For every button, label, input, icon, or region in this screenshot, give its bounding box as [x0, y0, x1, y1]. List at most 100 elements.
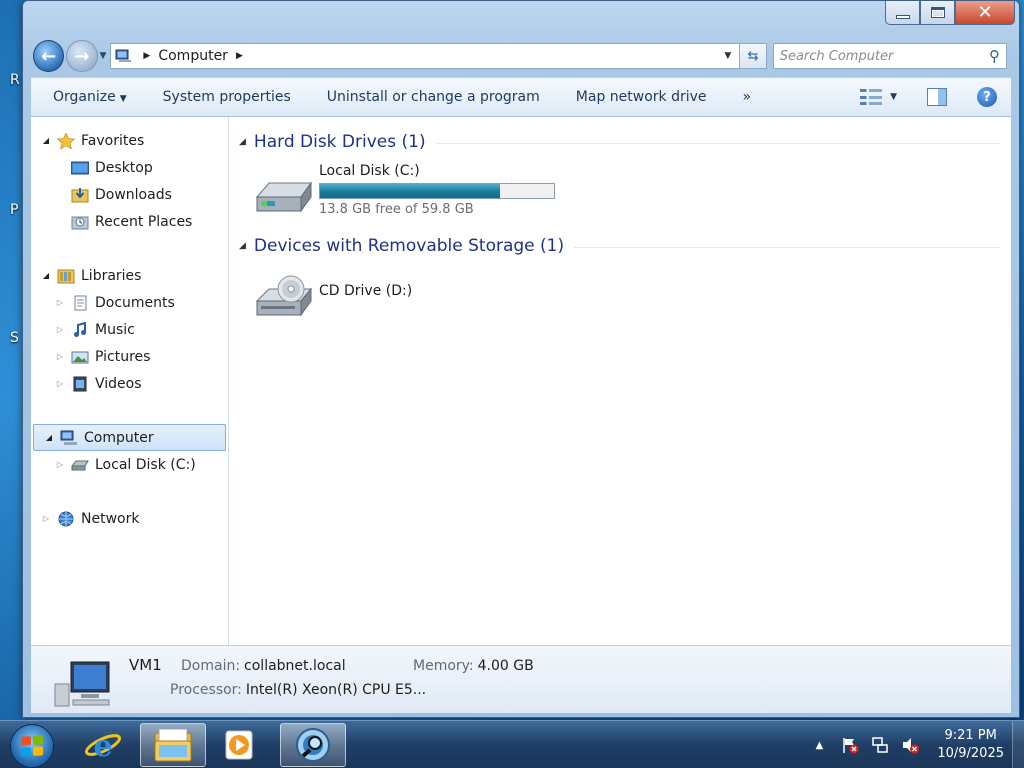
expand-icon[interactable]: ◢ — [39, 271, 53, 280]
nav-documents[interactable]: ▷ Documents — [31, 289, 228, 316]
computer-name: VM1 — [129, 656, 162, 674]
change-view-button[interactable]: ▼ — [860, 89, 897, 105]
close-icon: ✕ — [977, 2, 993, 23]
recent-places-icon — [71, 216, 89, 229]
forward-arrow-icon: → — [74, 45, 90, 67]
breadcrumb-computer[interactable]: Computer — [158, 48, 228, 64]
nav-recent-places[interactable]: Recent Places — [31, 208, 228, 235]
address-bar[interactable]: ▶ Computer ▶ ▼ — [110, 43, 741, 69]
collapse-icon[interactable]: ◢ — [239, 241, 246, 251]
drive-d-name: CD Drive (D:) — [319, 283, 413, 299]
back-button[interactable]: ← — [33, 40, 65, 72]
maximize-button[interactable] — [920, 1, 955, 25]
breadcrumb-separator-icon[interactable]: ▶ — [236, 51, 243, 61]
desktop-icon-label: R — [10, 72, 20, 88]
nav-pictures-label: Pictures — [95, 348, 151, 365]
group-title: Hard Disk Drives (1) — [253, 132, 426, 152]
refresh-button[interactable]: ⇆ — [739, 43, 767, 69]
nav-downloads[interactable]: Downloads — [31, 181, 228, 208]
show-hidden-icons-button[interactable]: ▲ — [816, 740, 824, 751]
desktop-icon-label: S — [10, 330, 19, 346]
expand-icon[interactable]: ▷ — [53, 379, 67, 388]
processor-label: Processor: — [170, 682, 242, 698]
more-commands-button[interactable]: » — [725, 89, 770, 105]
taskbar-media-player[interactable] — [206, 723, 272, 767]
videos-icon — [73, 376, 87, 391]
clock-time: 9:21 PM — [944, 728, 997, 743]
search-input[interactable]: Search Computer ⚲ — [772, 43, 1008, 69]
system-properties-button[interactable]: System properties — [145, 89, 309, 105]
memory-value: 4.00 GB — [477, 658, 534, 674]
expand-icon[interactable]: ▷ — [53, 352, 67, 361]
network-status-icon[interactable] — [871, 736, 889, 754]
expand-icon[interactable]: ◢ — [39, 136, 53, 145]
action-center-flag-icon[interactable] — [841, 736, 859, 754]
nav-videos[interactable]: ▷ Videos — [31, 370, 228, 397]
nav-music[interactable]: ▷ Music — [31, 316, 228, 343]
taskbar-windows-explorer[interactable] — [140, 723, 206, 767]
search-placeholder: Search Computer — [779, 48, 894, 64]
computer-icon — [60, 430, 77, 445]
folder-icon — [154, 728, 192, 762]
map-network-drive-button[interactable]: Map network drive — [558, 89, 725, 105]
media-player-icon — [225, 730, 253, 760]
content-pane: ◢ Hard Disk Drives (1) Local Disk (C:) 1… — [229, 117, 1011, 645]
organize-label: Organize — [53, 89, 116, 105]
drive-c-item[interactable]: Local Disk (C:) 13.8 GB free of 59.8 GB — [253, 159, 1011, 233]
chevron-down-icon: ▼ — [890, 92, 897, 102]
system-tray: ▲ 9:21 PM 10/9/2025 — [816, 721, 1024, 768]
nav-favorites[interactable]: ◢ Favorites — [31, 127, 228, 154]
search-icon[interactable]: ⚲ — [989, 47, 1000, 65]
nav-documents-label: Documents — [95, 294, 175, 311]
nav-music-label: Music — [95, 321, 135, 338]
drive-c-usage-bar — [319, 183, 555, 199]
nav-local-disk[interactable]: ▷ Local Disk (C:) — [31, 451, 228, 478]
nav-videos-label: Videos — [95, 375, 142, 392]
nav-desktop[interactable]: Desktop — [31, 154, 228, 181]
maximize-icon — [930, 7, 945, 18]
start-button[interactable] — [10, 724, 54, 768]
view-icon — [860, 89, 883, 105]
minimize-button[interactable] — [885, 1, 920, 25]
expand-icon[interactable]: ▷ — [39, 514, 53, 523]
taskbar-internet-explorer[interactable]: e — [70, 723, 136, 767]
organize-button[interactable]: Organize ▼ — [31, 89, 145, 105]
close-button[interactable]: ✕ — [955, 1, 1015, 25]
help-button[interactable]: ? — [977, 87, 997, 107]
clock[interactable]: 9:21 PM 10/9/2025 — [937, 727, 1004, 763]
refresh-icon: ⇆ — [747, 48, 759, 64]
drive-c-usage-fill — [320, 184, 500, 198]
show-desktop-button[interactable] — [1012, 721, 1024, 768]
volume-muted-icon[interactable] — [901, 736, 920, 754]
breadcrumb-separator-icon[interactable]: ▶ — [143, 51, 150, 61]
downloads-icon — [71, 187, 89, 202]
svg-text:e: e — [93, 729, 112, 764]
expand-icon[interactable]: ◢ — [42, 433, 56, 442]
drive-c-free-space: 13.8 GB free of 59.8 GB — [319, 202, 474, 217]
nav-libraries-label: Libraries — [81, 267, 142, 284]
nav-network[interactable]: ▷ Network — [31, 505, 228, 532]
music-icon — [74, 321, 86, 337]
expand-icon[interactable]: ▷ — [53, 298, 67, 307]
expand-icon[interactable]: ▷ — [53, 460, 67, 469]
forward-button[interactable]: → — [66, 40, 98, 72]
group-header-hard-disk-drives[interactable]: ◢ Hard Disk Drives (1) — [239, 129, 1001, 155]
nav-computer[interactable]: ◢ Computer — [33, 424, 226, 451]
clock-date: 10/9/2025 — [937, 746, 1004, 761]
nav-pictures[interactable]: ▷ Pictures — [31, 343, 228, 370]
address-dropdown-icon[interactable]: ▼ — [724, 51, 731, 61]
collapse-icon[interactable]: ◢ — [239, 137, 246, 147]
preview-pane-button[interactable] — [927, 88, 947, 106]
desktop-icon — [71, 161, 89, 174]
taskbar-remote-app[interactable] — [280, 723, 346, 767]
computer-icon — [54, 661, 110, 707]
memory-info: Memory: 4.00 GB — [413, 658, 534, 674]
memory-label: Memory: — [413, 658, 474, 674]
nav-desktop-label: Desktop — [95, 159, 153, 176]
group-header-removable-storage[interactable]: ◢ Devices with Removable Storage (1) — [239, 233, 1001, 259]
expand-icon[interactable]: ▷ — [53, 325, 67, 334]
nav-libraries[interactable]: ◢ Libraries — [31, 262, 228, 289]
drive-d-item[interactable]: CD Drive (D:) — [253, 263, 1011, 337]
recent-pages-dropdown[interactable]: ▼ — [100, 51, 107, 61]
uninstall-program-button[interactable]: Uninstall or change a program — [309, 89, 558, 105]
